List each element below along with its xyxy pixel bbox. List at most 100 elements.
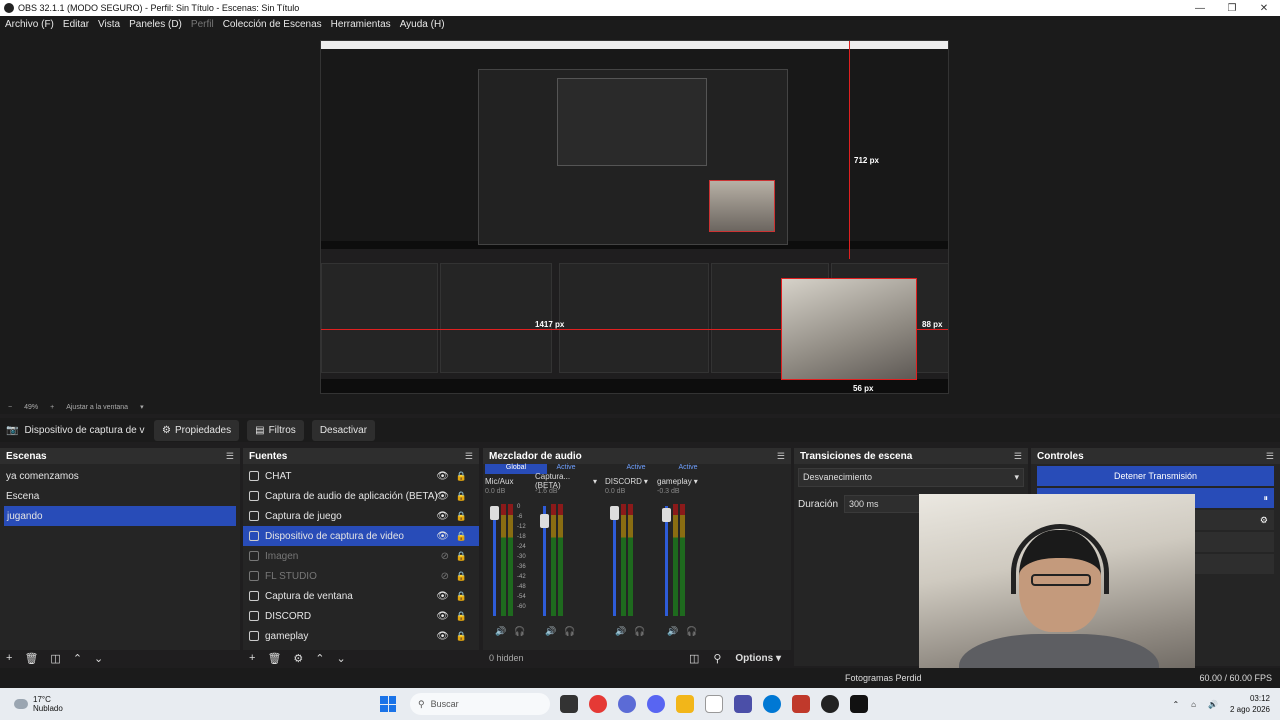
speaker-icon[interactable]: 🔊 <box>545 626 556 637</box>
close-button[interactable]: ✕ <box>1248 3 1280 14</box>
zoom-in-button[interactable]: + <box>50 404 54 411</box>
dock-menu-icon[interactable]: ☰ <box>1266 451 1274 462</box>
volume-slider-knob[interactable] <box>540 514 549 528</box>
volume-slider-knob[interactable] <box>610 506 619 520</box>
chevron-up-icon[interactable]: ⌃ <box>1172 700 1179 709</box>
notepad-icon[interactable] <box>705 695 723 713</box>
menu-vista[interactable]: Vista <box>98 19 120 30</box>
selected-source-box[interactable] <box>781 278 917 380</box>
gear-icon[interactable]: ⚙ <box>1260 515 1268 526</box>
menu-editar[interactable]: Editar <box>63 19 89 30</box>
clock[interactable]: 03:12 2 ago 2026 <box>1230 693 1270 715</box>
preview-canvas[interactable]: 712 px 1417 px 88 px 56 px <box>320 40 949 394</box>
chevron-down-icon[interactable]: ▾ <box>694 477 698 486</box>
visibility-eye-icon[interactable]: 👁 <box>436 591 449 602</box>
zoom-out-button[interactable]: − <box>8 404 12 411</box>
move-down-button[interactable]: ⌄ <box>94 652 103 665</box>
source-item[interactable]: DISCORD 👁 🔒 <box>243 606 479 626</box>
chrome-profile-icon[interactable] <box>618 695 636 713</box>
dock-menu-icon[interactable]: ☰ <box>1014 451 1022 462</box>
source-item[interactable]: Imagen ⊘ 🔒 <box>243 546 479 566</box>
volume-slider[interactable] <box>490 506 499 616</box>
lock-icon[interactable]: 🔒 <box>456 631 467 642</box>
taskbar-search[interactable]: ⚲ Buscar <box>410 693 550 715</box>
weather-widget[interactable]: 17°C Nublado <box>0 695 380 713</box>
discord-icon[interactable] <box>647 695 665 713</box>
filters-button[interactable]: ▤ Filtros <box>247 419 304 441</box>
dock-menu-icon[interactable]: ☰ <box>465 451 473 462</box>
fl-studio-icon[interactable] <box>792 695 810 713</box>
speaker-icon[interactable]: 🔊 <box>615 626 626 637</box>
volume-slider-knob[interactable] <box>662 508 671 522</box>
add-scene-button[interactable]: + <box>6 652 12 664</box>
mixer-layout-icon[interactable]: ◫ <box>689 652 699 665</box>
volume-slider[interactable] <box>610 506 619 616</box>
headphones-icon[interactable]: 🎧 <box>686 626 697 637</box>
transition-select[interactable]: Desvanecimiento ▾ <box>798 468 1024 487</box>
app-icon[interactable] <box>734 695 752 713</box>
chrome-icon[interactable] <box>589 695 607 713</box>
windows-start-icon[interactable] <box>380 696 396 712</box>
volume-slider[interactable] <box>662 506 671 616</box>
visibility-eye-icon[interactable]: 👁 <box>436 511 449 522</box>
move-up-button[interactable]: ⌃ <box>315 652 324 665</box>
source-item[interactable]: Captura de juego 👁 🔒 <box>243 506 479 526</box>
visibility-eye-icon[interactable]: 👁 <box>436 631 449 642</box>
maximize-button[interactable]: ❐ <box>1216 3 1248 14</box>
task-view-icon[interactable] <box>560 695 578 713</box>
speaker-icon[interactable]: 🔊 <box>667 626 678 637</box>
scene-item-selected[interactable]: jugando <box>4 506 236 526</box>
source-item[interactable]: CHAT 👁 🔒 <box>243 466 479 486</box>
lock-icon[interactable]: 🔒 <box>456 571 467 582</box>
move-down-button[interactable]: ⌄ <box>337 652 346 665</box>
zoom-dropdown-icon[interactable]: ▾ <box>140 403 144 411</box>
visibility-eye-icon[interactable]: 👁 <box>436 611 449 622</box>
visibility-eye-icon[interactable]: 👁 <box>436 491 449 502</box>
minimize-button[interactable]: — <box>1184 3 1216 14</box>
deactivate-button[interactable]: Desactivar <box>311 419 376 441</box>
scene-filters-button[interactable]: ◫ <box>50 652 60 665</box>
properties-button[interactable]: ⚙ Propiedades <box>154 419 240 441</box>
dock-menu-icon[interactable]: ☰ <box>226 451 234 462</box>
source-item-selected[interactable]: Dispositivo de captura de video 👁 🔒 <box>243 526 479 546</box>
stop-stream-button[interactable]: Detener Transmisión <box>1037 466 1274 486</box>
source-item[interactable]: FL STUDIO ⊘ 🔒 <box>243 566 479 586</box>
speaker-icon[interactable]: 🔊 <box>495 626 506 637</box>
volume-icon[interactable]: 🔊 <box>1208 700 1218 709</box>
lock-icon[interactable]: 🔒 <box>456 611 467 622</box>
visibility-hidden-icon[interactable]: ⊘ <box>441 571 449 582</box>
options-button[interactable]: Options ▾ <box>735 653 781 664</box>
source-item[interactable]: Captura de audio de aplicación (BETA) 👁 🔒 <box>243 486 479 506</box>
dock-menu-icon[interactable]: ☰ <box>777 451 785 462</box>
capcut-icon[interactable] <box>850 695 868 713</box>
zoom-fit-label[interactable]: Ajustar a la ventana <box>66 404 128 411</box>
headphones-icon[interactable]: 🎧 <box>564 626 575 637</box>
file-explorer-icon[interactable] <box>676 695 694 713</box>
lock-icon[interactable]: 🔒 <box>456 531 467 542</box>
lock-icon[interactable]: 🔒 <box>456 491 467 502</box>
network-icon[interactable]: ⌂ <box>1191 700 1196 709</box>
lock-icon[interactable]: 🔒 <box>456 591 467 602</box>
remove-source-button[interactable]: 🗑 <box>267 652 281 665</box>
menu-ayuda[interactable]: Ayuda (H) <box>400 19 445 30</box>
scene-item[interactable]: Escena <box>0 486 240 506</box>
chevron-down-icon[interactable]: ▾ <box>644 477 648 486</box>
headphones-icon[interactable]: 🎧 <box>514 626 525 637</box>
lock-icon[interactable]: 🔒 <box>456 551 467 562</box>
volume-slider[interactable] <box>540 506 549 616</box>
pause-icon[interactable]: ⏸ <box>1263 493 1268 504</box>
edge-icon[interactable] <box>763 695 781 713</box>
visibility-hidden-icon[interactable]: ⊘ <box>441 551 449 562</box>
move-up-button[interactable]: ⌃ <box>73 652 82 665</box>
lock-icon[interactable]: 🔒 <box>456 511 467 522</box>
menu-archivo[interactable]: Archivo (F) <box>5 19 54 30</box>
menu-perfil[interactable]: Perfil <box>191 19 214 30</box>
lock-icon[interactable]: 🔒 <box>456 471 467 482</box>
source-properties-button[interactable]: ⚙ <box>293 652 303 665</box>
menu-herramientas[interactable]: Herramientas <box>331 19 391 30</box>
remove-scene-button[interactable]: 🗑 <box>24 652 38 665</box>
source-item[interactable]: Captura de ventana 👁 🔒 <box>243 586 479 606</box>
headphones-icon[interactable]: 🎧 <box>634 626 645 637</box>
source-item[interactable]: gameplay 👁 🔒 <box>243 626 479 646</box>
volume-slider-knob[interactable] <box>490 506 499 520</box>
